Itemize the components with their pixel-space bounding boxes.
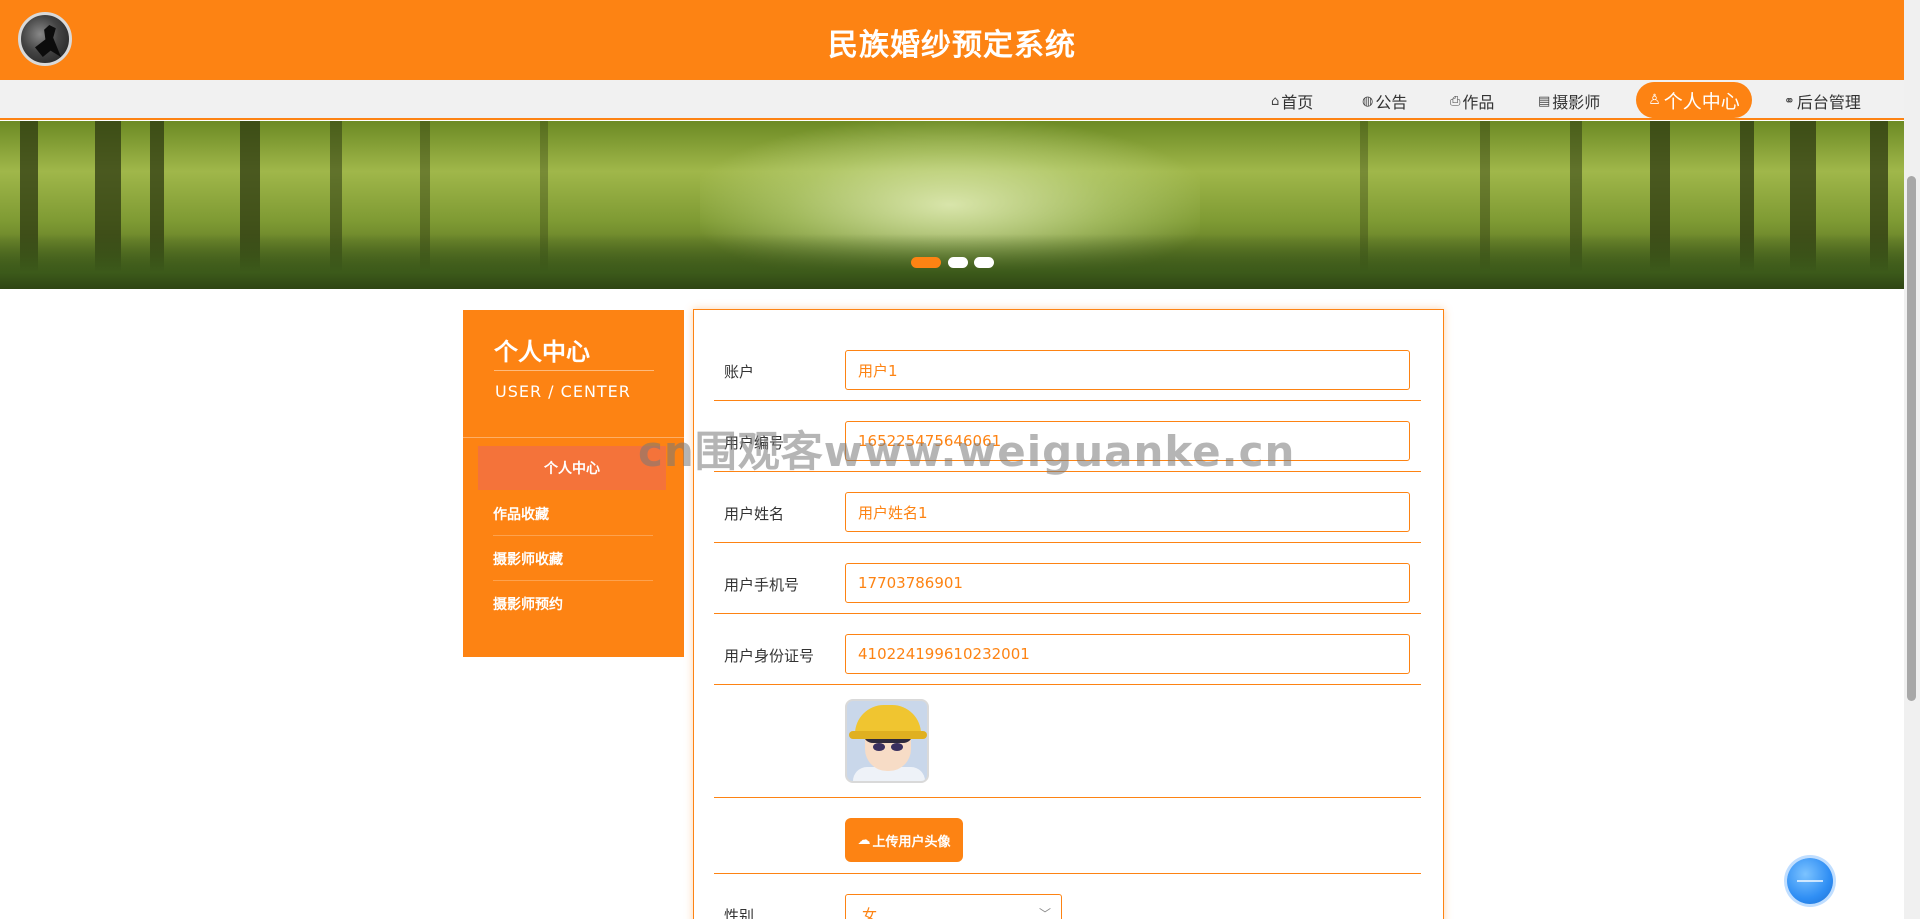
gender-select-value: 女 bbox=[862, 905, 878, 919]
banner-carousel bbox=[0, 121, 1904, 289]
nav-item-works[interactable]: ⎙ 作品 bbox=[1450, 88, 1494, 114]
nav-item-user-center[interactable]: ♙ 个人中心 bbox=[1636, 82, 1752, 118]
nav-item-home[interactable]: ⌂ 首页 bbox=[1271, 88, 1313, 114]
carousel-dot[interactable] bbox=[974, 257, 994, 268]
form-row-id-card: 用户身份证号 410224199610232001 bbox=[714, 620, 1421, 685]
upload-avatar-button[interactable]: ☁ 上传用户头像 bbox=[845, 818, 963, 862]
upload-avatar-label: 上传用户头像 bbox=[872, 834, 951, 850]
nav-item-label: 后台管理 bbox=[1796, 93, 1861, 112]
profile-form: 账户 用户1 用户编号 165225475646061 用户姓名 用户姓名1 用… bbox=[693, 309, 1444, 919]
form-row-avatar bbox=[714, 685, 1421, 798]
chevron-down-icon: ﹀ bbox=[1038, 907, 1051, 919]
cloud-upload-icon: ☁ bbox=[857, 832, 871, 848]
account-field[interactable]: 用户1 bbox=[845, 350, 1410, 390]
globe-icon: ◍ bbox=[1362, 93, 1374, 109]
form-row-upload: ☁ 上传用户头像 bbox=[714, 798, 1421, 874]
sidebar-item-photographer-favorites[interactable]: 摄影师收藏 bbox=[493, 537, 653, 581]
phone-field[interactable]: 17703786901 bbox=[845, 563, 1410, 603]
carousel-indicators bbox=[0, 257, 1904, 269]
user-avatar bbox=[845, 699, 929, 783]
nav-item-photographers[interactable]: ▤ 摄影师 bbox=[1538, 88, 1600, 114]
form-row-account: 账户 用户1 bbox=[714, 336, 1421, 401]
sidebar-title: 个人中心 bbox=[494, 338, 590, 366]
floating-assistant-button[interactable] bbox=[1787, 858, 1833, 904]
watermark: cn围观客www.weiguanke.cn bbox=[638, 427, 1296, 476]
sidebar-item-photographer-booking[interactable]: 摄影师预约 bbox=[493, 582, 653, 626]
nav-item-label: 公告 bbox=[1375, 93, 1408, 112]
field-label: 用户姓名 bbox=[724, 505, 785, 523]
nav-item-label: 摄影师 bbox=[1552, 93, 1601, 112]
gender-select[interactable]: 女 ﹀ bbox=[845, 894, 1062, 919]
carousel-dot[interactable] bbox=[948, 257, 968, 268]
nav-item-label: 个人中心 bbox=[1663, 90, 1740, 113]
field-label: 用户手机号 bbox=[724, 576, 800, 594]
main-nav: ⌂ 首页 ◍ 公告 ⎙ 作品 ▤ 摄影师 ♙ 个人中心 ⚭ 后台管理 bbox=[0, 80, 1904, 120]
user-icon: ♙ bbox=[1648, 92, 1661, 108]
site-header: 民族婚纱预定系统 bbox=[0, 0, 1904, 80]
user-name-field[interactable]: 用户姓名1 bbox=[845, 492, 1410, 532]
form-row-user-name: 用户姓名 用户姓名1 bbox=[714, 478, 1421, 543]
nav-item-label: 作品 bbox=[1462, 93, 1495, 112]
carousel-dot[interactable] bbox=[911, 257, 941, 268]
site-title: 民族婚纱预定系统 bbox=[828, 28, 1076, 63]
field-label: 账户 bbox=[724, 363, 755, 381]
nav-item-announcements[interactable]: ◍ 公告 bbox=[1362, 88, 1407, 114]
link-icon: ⚭ bbox=[1784, 93, 1795, 109]
sidebar-item-work-favorites[interactable]: 作品收藏 bbox=[493, 492, 653, 536]
field-label: 性别 bbox=[724, 907, 755, 919]
scrollbar-thumb[interactable] bbox=[1907, 176, 1916, 701]
form-row-phone: 用户手机号 17703786901 bbox=[714, 549, 1421, 614]
nav-item-admin[interactable]: ⚭ 后台管理 bbox=[1784, 88, 1861, 114]
home-icon: ⌂ bbox=[1271, 93, 1280, 109]
id-card-field[interactable]: 410224199610232001 bbox=[845, 634, 1410, 674]
form-row-gender: 性别 女 ﹀ bbox=[714, 874, 1421, 919]
printer-icon: ⎙ bbox=[1450, 93, 1461, 109]
clipboard-icon: ▤ bbox=[1538, 93, 1551, 109]
nav-item-label: 首页 bbox=[1281, 93, 1314, 112]
sidebar-subtitle: USER / CENTER bbox=[495, 382, 631, 401]
field-label: 用户身份证号 bbox=[724, 647, 815, 665]
user-center-sidebar: 个人中心 USER / CENTER 个人中心 作品收藏 摄影师收藏 摄影师预约 bbox=[463, 310, 684, 657]
